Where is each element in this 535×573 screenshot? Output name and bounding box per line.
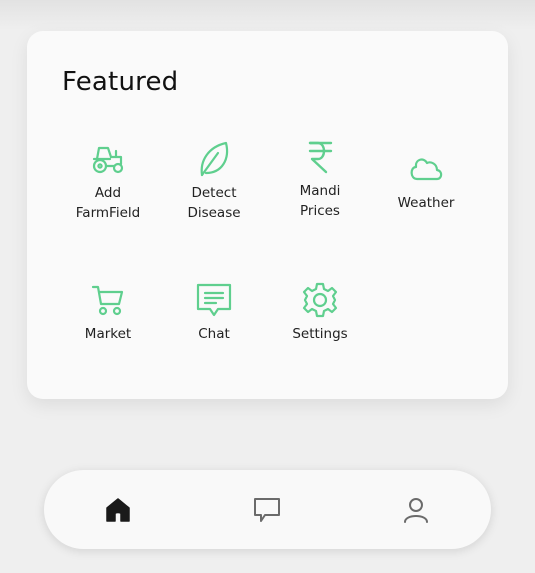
detect-disease-label: Detect Disease bbox=[187, 185, 241, 221]
bottom-navigation bbox=[44, 470, 491, 549]
settings-button[interactable]: Settings bbox=[267, 280, 373, 344]
add-farmfield-button[interactable]: Add FarmField bbox=[55, 139, 161, 223]
market-label: Market bbox=[84, 326, 132, 342]
chat-button[interactable]: Chat bbox=[161, 280, 267, 344]
page: Featured Add FarmField Detect Disease Ma… bbox=[0, 0, 535, 573]
mandi-prices-button[interactable]: Mandi Prices bbox=[267, 137, 373, 221]
market-button[interactable]: Market bbox=[55, 280, 161, 344]
weather-label: Weather bbox=[397, 195, 455, 211]
rupee-icon bbox=[300, 137, 340, 177]
chat-label: Chat bbox=[198, 326, 230, 342]
nav-profile-button[interactable] bbox=[396, 490, 436, 530]
tractor-icon bbox=[88, 139, 128, 179]
home-icon bbox=[103, 495, 133, 525]
leaf-icon bbox=[194, 139, 234, 179]
user-icon bbox=[401, 495, 431, 525]
nav-home-button[interactable] bbox=[98, 490, 138, 530]
add-farmfield-label: Add FarmField bbox=[75, 185, 141, 221]
nav-chat-button[interactable] bbox=[247, 490, 287, 530]
mandi-prices-label: Mandi Prices bbox=[299, 183, 341, 219]
featured-card: Featured Add FarmField Detect Disease Ma… bbox=[27, 31, 508, 399]
featured-title: Featured bbox=[62, 67, 179, 97]
chat-icon bbox=[194, 280, 234, 320]
cart-icon bbox=[88, 280, 128, 320]
settings-label: Settings bbox=[292, 326, 348, 342]
detect-disease-button[interactable]: Detect Disease bbox=[161, 139, 267, 223]
cloud-icon bbox=[406, 149, 446, 189]
gear-icon bbox=[300, 280, 340, 320]
weather-button[interactable]: Weather bbox=[373, 149, 479, 213]
chat-bubble-icon bbox=[252, 495, 282, 525]
